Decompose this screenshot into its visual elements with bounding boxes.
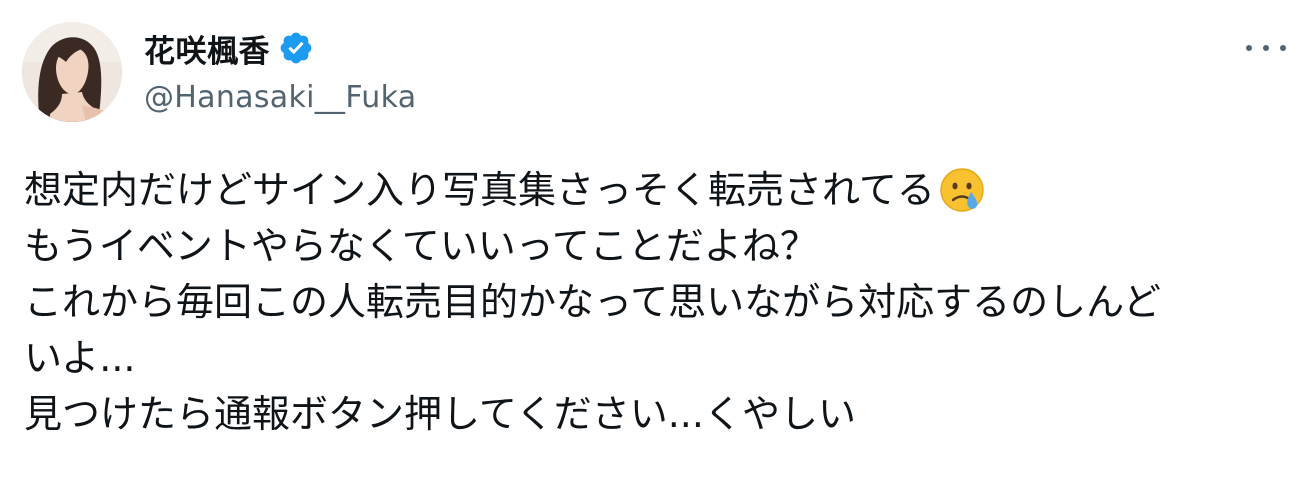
tweet-line: もうイベントやらなくていいってことだよね？ [24, 218, 1284, 274]
dot [1263, 45, 1269, 51]
dot [1280, 45, 1286, 51]
tweet-line: これから毎回この人転売目的かなって思いながら対応するのしんど [24, 274, 1284, 330]
crying-face-emoji [937, 165, 987, 215]
tweet-card: 花咲楓香 @Hanasaki__Fuka 想定内だけどサイン入り写真集さっそく転… [0, 0, 1299, 502]
author-name-row[interactable]: 花咲楓香 [144, 26, 314, 70]
avatar[interactable] [22, 22, 122, 122]
more-options-icon[interactable] [1246, 36, 1286, 60]
tweet-line-text: 想定内だけどサイン入り写真集さっそく転売されてる [24, 168, 935, 212]
tweet-line-text: もうイベントやらなくていいってことだよね？ [24, 224, 818, 268]
dot [1246, 45, 1252, 51]
tweet-line-text: いよ... [24, 336, 136, 380]
display-name[interactable]: 花咲楓香 [144, 26, 270, 71]
tweet-line-text: 見つけたら通報ボタン押してください...くやしい [24, 392, 856, 436]
tweet-line: 想定内だけどサイン入り写真集さっそく転売されてる [24, 162, 1284, 218]
tweet-text: 想定内だけどサイン入り写真集さっそく転売されてる もうイベントやらなくていいって… [24, 162, 1284, 442]
verified-badge-icon [278, 30, 314, 66]
tweet-line: 見つけたら通報ボタン押してください...くやしい [24, 386, 1284, 442]
tweet-line-text: これから毎回この人転売目的かなって思いながら対応するのしんど [24, 280, 1161, 324]
user-handle[interactable]: @Hanasaki__Fuka [144, 80, 416, 115]
profile-photo [22, 22, 122, 122]
tweet-line: いよ... [24, 330, 1284, 386]
